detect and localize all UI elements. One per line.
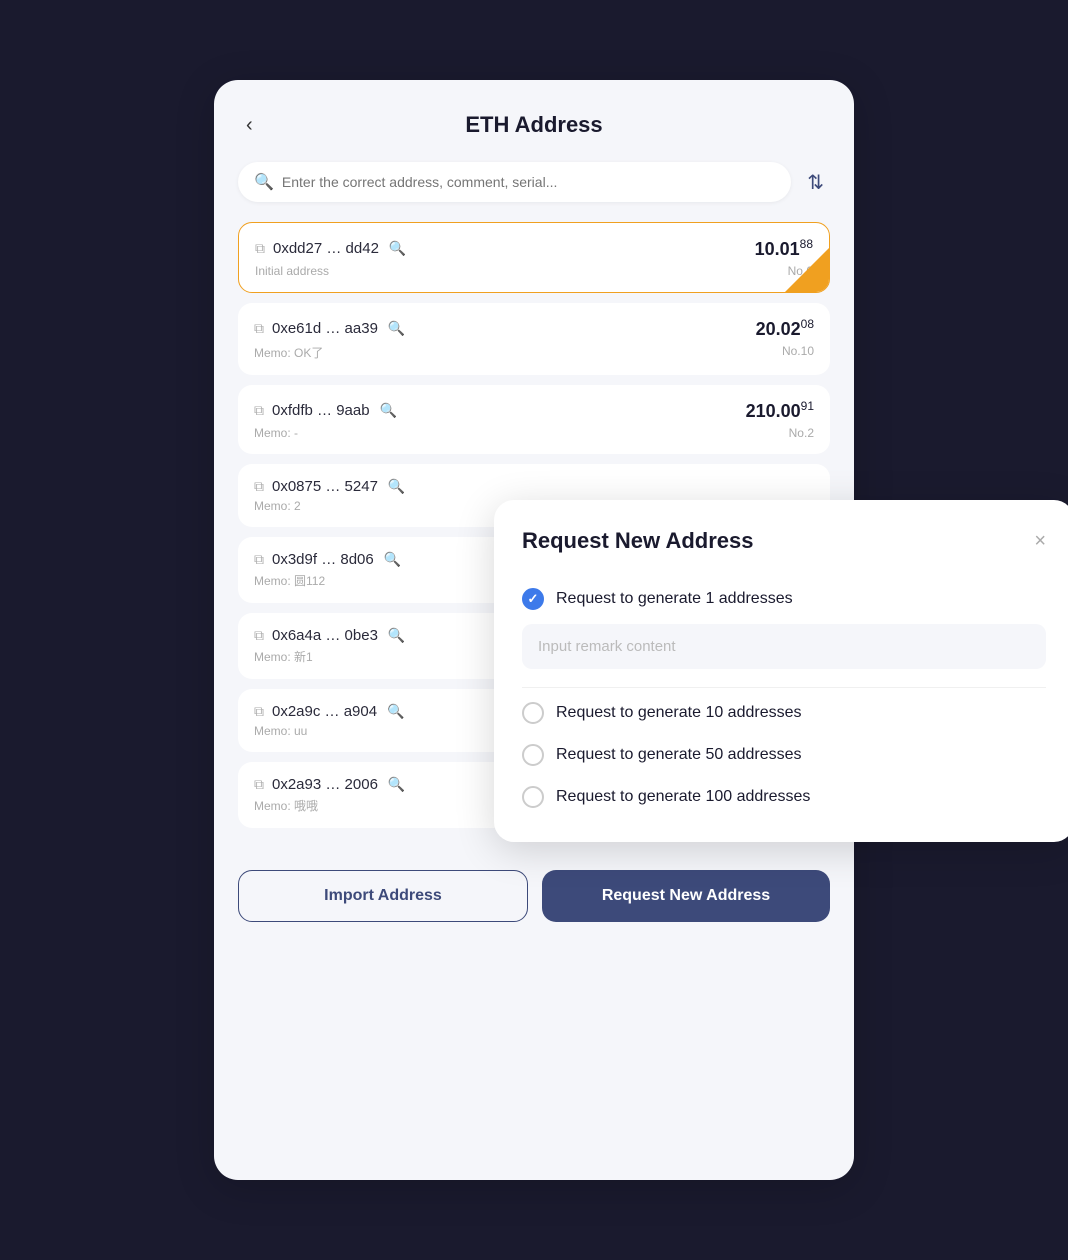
main-card: ‹ ETH Address 🔍 ⇅ ⧉ 0xdd27 … dd42 🔍 10.0… <box>214 80 854 1180</box>
copy-icon: ⧉ <box>254 776 264 793</box>
footer-buttons: Import Address Request New Address <box>238 862 830 922</box>
header: ‹ ETH Address <box>238 112 830 138</box>
address-amount: 210.0091 <box>746 399 814 422</box>
search-icon: 🔍 <box>254 172 274 192</box>
search-addr-icon: 🔍 <box>384 551 401 568</box>
address-item[interactable]: ⧉ 0xdd27 … dd42 🔍 10.0188 Initial addres… <box>238 222 830 293</box>
modal-header: Request New Address × <box>522 528 1046 554</box>
memo-text: Memo: 圆112 <box>254 572 325 589</box>
memo-text: Memo: 哦哦 <box>254 797 318 814</box>
address-text: 0x2a93 … 2006 <box>272 776 378 793</box>
search-addr-icon: 🔍 <box>388 627 405 644</box>
search-addr-icon: 🔍 <box>380 402 397 419</box>
address-text: 0x3d9f … 8d06 <box>272 551 374 568</box>
address-item[interactable]: ⧉ 0xfdfb … 9aab 🔍 210.0091 Memo: - No.2 <box>238 385 830 454</box>
search-addr-icon: 🔍 <box>387 703 404 720</box>
search-addr-icon: 🔍 <box>389 240 406 257</box>
search-input[interactable] <box>282 174 775 190</box>
search-row: 🔍 ⇅ <box>238 162 830 202</box>
radio-option[interactable]: Request to generate 50 addresses <box>522 734 1046 776</box>
copy-icon: ⧉ <box>254 627 264 644</box>
address-no: No.10 <box>782 344 814 361</box>
memo-text: Memo: - <box>254 426 298 440</box>
radio-label: Request to generate 50 addresses <box>556 746 802 764</box>
modal-title: Request New Address <box>522 528 753 554</box>
radio-option[interactable]: Request to generate 10 addresses <box>522 692 1046 734</box>
address-text: 0x6a4a … 0be3 <box>272 627 378 644</box>
address-no: No.2 <box>789 426 814 440</box>
copy-icon: ⧉ <box>254 402 264 419</box>
radio-label: Request to generate 10 addresses <box>556 704 802 722</box>
radio-option[interactable]: Request to generate 100 addresses <box>522 776 1046 818</box>
radio-circle <box>522 786 544 808</box>
radio-circle <box>522 702 544 724</box>
memo-text: Memo: uu <box>254 724 307 738</box>
divider <box>522 687 1046 688</box>
search-addr-icon: 🔍 <box>388 320 405 337</box>
copy-icon: ⧉ <box>254 478 264 495</box>
modal-close-button[interactable]: × <box>1034 531 1046 551</box>
radio-label: Request to generate 1 addresses <box>556 590 793 608</box>
request-new-address-button[interactable]: Request New Address <box>542 870 830 922</box>
search-addr-icon: 🔍 <box>388 478 405 495</box>
radio-option[interactable]: ✓ Request to generate 1 addresses <box>522 578 1046 620</box>
address-text: 0x2a9c … a904 <box>272 703 377 720</box>
search-addr-icon: 🔍 <box>388 776 405 793</box>
copy-icon: ⧉ <box>254 320 264 337</box>
remark-input[interactable] <box>522 624 1046 669</box>
copy-icon: ⧉ <box>254 703 264 720</box>
search-box: 🔍 <box>238 162 791 202</box>
copy-icon: ⧉ <box>254 551 264 568</box>
address-text: 0x0875 … 5247 <box>272 478 378 495</box>
address-item[interactable]: ⧉ 0xe61d … aa39 🔍 20.0208 Memo: OK了 No.1… <box>238 303 830 375</box>
filter-button[interactable]: ⇅ <box>801 164 830 201</box>
radio-circle <box>522 744 544 766</box>
memo-text: Initial address <box>255 264 329 278</box>
memo-text: Memo: 新1 <box>254 648 313 665</box>
memo-text: Memo: OK了 <box>254 344 323 361</box>
address-amount: 20.0208 <box>756 317 814 340</box>
modal-options: ✓ Request to generate 1 addresses Reques… <box>522 578 1046 818</box>
page-title: ETH Address <box>465 112 602 138</box>
back-button[interactable]: ‹ <box>238 110 261 141</box>
address-text: 0xe61d … aa39 <box>272 320 378 337</box>
filter-icon: ⇅ <box>807 172 824 194</box>
radio-check-mark: ✓ <box>528 591 539 607</box>
modal-card: Request New Address × ✓ Request to gener… <box>494 500 1068 842</box>
address-text: 0xdd27 … dd42 <box>273 240 379 257</box>
address-text: 0xfdfb … 9aab <box>272 402 370 419</box>
radio-label: Request to generate 100 addresses <box>556 788 810 806</box>
copy-icon: ⧉ <box>255 240 265 257</box>
corner-badge <box>785 248 829 292</box>
memo-text: Memo: 2 <box>254 499 301 513</box>
radio-circle: ✓ <box>522 588 544 610</box>
import-address-button[interactable]: Import Address <box>238 870 528 922</box>
